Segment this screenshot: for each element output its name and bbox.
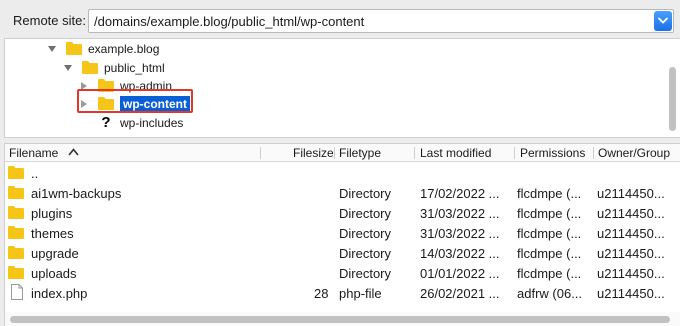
column-separator[interactable] [514, 147, 515, 159]
tree-item-label: wp-includes [120, 115, 184, 130]
file-modified: 17/02/2022 ... [420, 186, 500, 201]
listing-horizontal-scroll-track [5, 312, 680, 326]
remote-site-path-input[interactable]: /domains/example.blog/public_html/wp-con… [88, 9, 674, 33]
file-name: uploads [31, 266, 77, 281]
file-row[interactable]: plugins Directory 31/03/2022 ... flcdmpe… [5, 203, 680, 223]
file-owner: u2114450... [597, 266, 665, 281]
column-header-filesize[interactable]: Filesize [293, 146, 334, 160]
file-owner: u2114450... [597, 246, 665, 261]
remote-site-path-value[interactable]: /domains/example.blog/public_html/wp-con… [94, 14, 364, 29]
expanded-triangle-icon[interactable] [63, 63, 73, 73]
column-header-filename[interactable]: Filename [9, 146, 79, 160]
file-modified: 01/01/2022 ... [420, 266, 500, 281]
file-row-parent[interactable]: .. [5, 163, 680, 183]
file-type: Directory [339, 246, 392, 261]
file-modified: 31/03/2022 ... [420, 226, 500, 241]
chevron-down-icon [658, 17, 668, 24]
file-name: upgrade [31, 246, 79, 261]
file-owner: u2114450... [597, 186, 665, 201]
folder-icon [8, 246, 24, 259]
remote-directory-tree[interactable]: example.blog public_html wp-admin wp-con… [4, 38, 680, 138]
column-header-label: Filename [9, 146, 59, 160]
folder-icon [8, 266, 24, 279]
folder-icon [8, 166, 24, 179]
folder-icon [8, 206, 24, 219]
remote-site-dropdown-button[interactable] [654, 11, 672, 31]
remote-site-bar: Remote site: /domains/example.blog/publi… [0, 0, 680, 40]
file-name: themes [31, 226, 74, 241]
file-modified: 26/02/2021 ... [420, 286, 500, 301]
file-name: index.php [31, 286, 88, 301]
file-permissions: flcdmpe (... [517, 266, 582, 281]
folder-icon [66, 42, 82, 55]
ftp-client-window: Remote site: /domains/example.blog/publi… [0, 0, 680, 326]
file-size: 28 [314, 286, 329, 301]
sort-ascending-icon [68, 148, 79, 156]
file-row[interactable]: uploads Directory 01/01/2022 ... flcdmpe… [5, 263, 680, 283]
tree-item-label: public_html [104, 60, 165, 75]
highlight-box [77, 89, 193, 113]
tree-item-wp-includes[interactable]: ? wp-includes [98, 113, 183, 132]
file-permissions: flcdmpe (... [517, 246, 582, 261]
file-row[interactable]: ai1wm-backups Directory 17/02/2022 ... f… [5, 183, 680, 203]
folder-icon [8, 226, 24, 239]
file-name: .. [31, 166, 39, 181]
remote-site-label: Remote site: [13, 13, 86, 28]
file-permissions: flcdmpe (... [517, 206, 582, 221]
tree-item-example-blog[interactable]: example.blog [47, 39, 159, 58]
column-separator[interactable] [414, 147, 415, 159]
file-owner: u2114450... [597, 206, 665, 221]
file-type: Directory [339, 206, 392, 221]
file-owner: u2114450... [597, 286, 665, 301]
file-permissions: flcdmpe (... [517, 186, 582, 201]
expanded-triangle-icon[interactable] [47, 44, 57, 54]
column-header-last-modified[interactable]: Last modified [420, 146, 491, 160]
column-header-owner-group[interactable]: Owner/Group [598, 146, 670, 160]
tree-item-label: example.blog [88, 41, 160, 56]
listing-header: Filename Filesize Filetype Last modified… [5, 144, 680, 162]
column-separator[interactable] [334, 147, 335, 159]
folder-icon [8, 186, 24, 199]
file-permissions: adfrw (06... [517, 286, 583, 301]
tree-vertical-scrollbar[interactable] [669, 67, 676, 131]
column-separator[interactable] [593, 147, 594, 159]
remote-file-listing[interactable]: Filename Filesize Filetype Last modified… [4, 143, 680, 326]
file-type: Directory [339, 266, 392, 281]
tree-item-public-html[interactable]: public_html [63, 58, 165, 77]
file-row[interactable]: index.php 28 php-file 26/02/2021 ... adf… [5, 283, 680, 303]
listing-horizontal-scrollbar[interactable] [10, 316, 670, 323]
file-owner: u2114450... [597, 226, 665, 241]
file-type: Directory [339, 226, 392, 241]
file-name: plugins [31, 206, 73, 221]
column-header-filetype[interactable]: Filetype [339, 146, 381, 160]
file-modified: 14/03/2022 ... [420, 246, 500, 261]
file-permissions: flcdmpe (... [517, 226, 582, 241]
file-name: ai1wm-backups [31, 186, 122, 201]
question-mark-icon: ? [101, 114, 111, 131]
column-separator[interactable] [260, 147, 261, 159]
folder-icon [82, 61, 98, 74]
column-header-permissions[interactable]: Permissions [520, 146, 585, 160]
file-modified: 31/03/2022 ... [420, 206, 500, 221]
file-icon [11, 284, 23, 300]
file-type: php-file [339, 286, 382, 301]
file-row[interactable]: themes Directory 31/03/2022 ... flcdmpe … [5, 223, 680, 243]
file-type: Directory [339, 186, 392, 201]
file-row[interactable]: upgrade Directory 14/03/2022 ... flcdmpe… [5, 243, 680, 263]
